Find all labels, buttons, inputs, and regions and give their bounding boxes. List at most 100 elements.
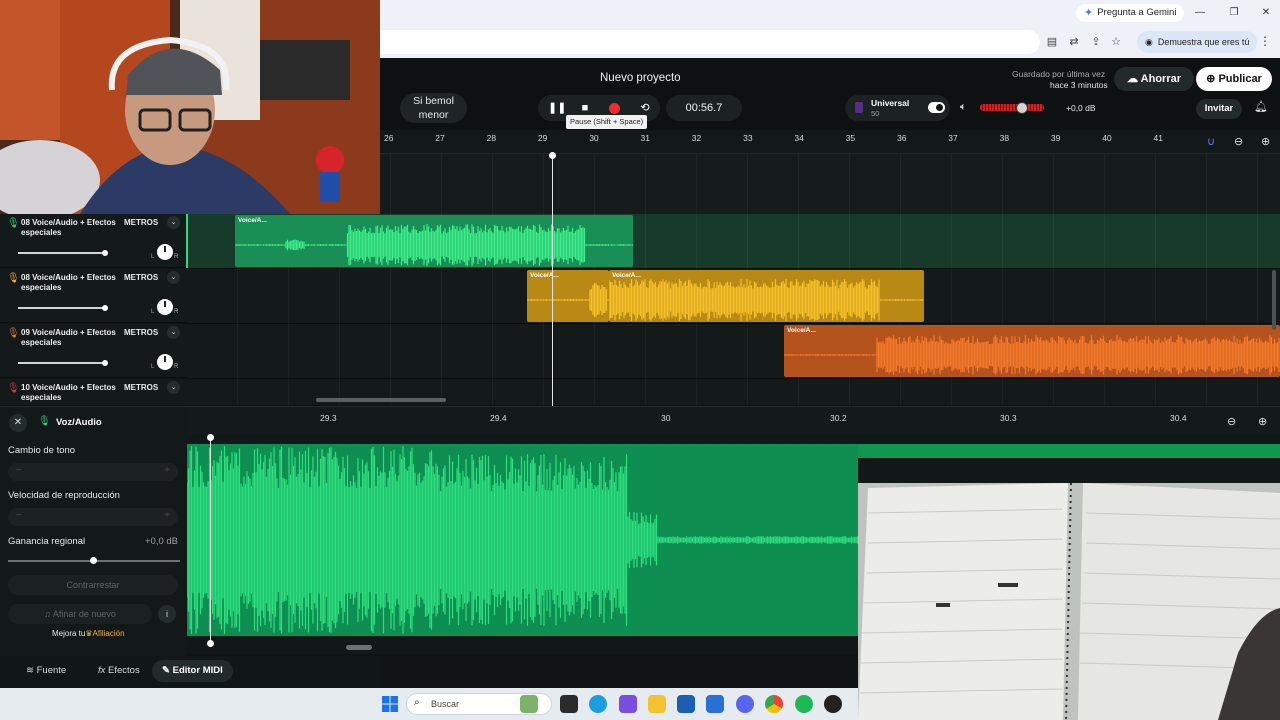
reader-mode-icon[interactable]: ▤	[1044, 34, 1060, 50]
share-icon[interactable]: ⇪	[1088, 34, 1104, 50]
pan-knob[interactable]	[157, 354, 173, 370]
track-volume-slider[interactable]	[18, 362, 106, 364]
reset-button[interactable]: Contrarrestar	[8, 575, 178, 595]
restore-icon[interactable]: ❐	[1222, 6, 1246, 20]
edge-icon[interactable]	[589, 695, 607, 713]
record-icon[interactable]	[609, 103, 620, 114]
zoom-out-icon[interactable]: ⊖	[1234, 135, 1243, 148]
info-icon[interactable]: i	[158, 605, 176, 623]
spotify-icon[interactable]	[795, 695, 813, 713]
track-header[interactable]: 🎙︎ 08 Voice/Audio + Efectos especiales MET…	[0, 214, 187, 268]
address-bar[interactable]	[380, 30, 1040, 54]
zoom-in-icon[interactable]: ⊕	[1261, 135, 1270, 148]
chrome-icon[interactable]	[765, 695, 783, 713]
zoom-in-icon[interactable]: ⊕	[1258, 415, 1267, 428]
metronome-label[interactable]: METROS	[124, 383, 158, 392]
file-explorer-icon[interactable]	[648, 695, 666, 713]
track-name[interactable]: 08 Voice/Audio + Efectos especiales	[21, 273, 116, 292]
universal-toggle[interactable]	[928, 102, 945, 113]
vertical-scrollbar[interactable]	[1272, 270, 1276, 330]
detail-playhead-handle-bottom[interactable]	[207, 640, 214, 647]
snap-magnet-icon[interactable]: ∪	[1207, 135, 1215, 148]
track-volume-knob[interactable]	[102, 360, 108, 366]
upgrade-link[interactable]: Afiliación	[93, 629, 125, 638]
tab-effects[interactable]: fx Efectos	[88, 660, 150, 682]
translate-icon[interactable]: ⇄	[1066, 34, 1082, 50]
metronome-label[interactable]: METROS	[124, 273, 158, 282]
playhead[interactable]	[552, 154, 553, 406]
minimize-icon[interactable]: —	[1188, 6, 1212, 20]
detail-ruler[interactable]	[187, 406, 1280, 434]
stop-icon[interactable]: ■	[577, 100, 593, 116]
detail-playhead-handle-top[interactable]	[207, 434, 214, 441]
retune-button[interactable]: ♫ Afinar de nuevo	[8, 604, 152, 624]
close-editor-icon[interactable]: ✕	[9, 414, 27, 432]
metronome-label[interactable]: METROS	[124, 218, 158, 227]
task-view-icon[interactable]	[560, 695, 578, 713]
chevron-down-icon[interactable]: ⌄	[167, 326, 180, 339]
copilot-icon[interactable]	[619, 695, 637, 713]
metronome-label[interactable]: METROS	[124, 328, 158, 337]
discord-icon[interactable]	[736, 695, 754, 713]
invite-button[interactable]: Invitar	[1196, 99, 1242, 119]
tab-source[interactable]: ≋ Fuente	[16, 660, 76, 682]
key-button[interactable]: Si bemol menor	[400, 93, 467, 123]
upgrade-prompt[interactable]: Mejora tu♛Afiliación	[52, 629, 125, 638]
chevron-down-icon[interactable]: ⌄	[167, 271, 180, 284]
detail-scrollbar[interactable]	[346, 645, 372, 650]
bell-icon[interactable]: 🔔︎	[1254, 100, 1268, 113]
pitch-stepper[interactable]: − +	[8, 463, 178, 481]
pan-knob[interactable]	[157, 299, 173, 315]
mic-icon[interactable]: 🎙︎	[7, 218, 20, 229]
minus-icon[interactable]: −	[16, 465, 22, 476]
app-icon[interactable]	[824, 695, 842, 713]
track-name[interactable]: 09 Voice/Audio + Efectos especiales	[21, 328, 116, 347]
track-volume-knob[interactable]	[102, 305, 108, 311]
track-header[interactable]: 🎙︎ 10 Voice/Audio + Efectos especiales MET…	[0, 379, 187, 406]
store-icon[interactable]	[677, 695, 695, 713]
track-header[interactable]: 🎙︎ 09 Voice/Audio + Efectos especiales MET…	[0, 324, 187, 378]
plus-icon[interactable]: +	[164, 465, 170, 476]
speed-stepper[interactable]: − +	[8, 508, 178, 526]
minus-icon[interactable]: −	[16, 510, 22, 521]
outlook-icon[interactable]	[706, 695, 724, 713]
gain-slider-knob[interactable]	[90, 557, 97, 564]
windows-start-icon[interactable]	[382, 696, 398, 712]
track-name[interactable]: 10 Voice/Audio + Efectos especiales	[21, 383, 116, 402]
chevron-down-icon[interactable]: ⌄	[167, 381, 180, 394]
gemini-button[interactable]: ✦ Pregunta a Gemini	[1076, 4, 1185, 22]
audio-clip-green[interactable]: Voice/A...	[235, 215, 633, 267]
verify-chip[interactable]: ◉ Demuestra que eres tú	[1137, 31, 1258, 53]
audio-clip-orange[interactable]: Voice/A...	[784, 325, 1280, 377]
close-window-icon[interactable]: ✕	[1254, 6, 1278, 20]
detail-waveform-region[interactable]	[187, 444, 858, 636]
pause-icon[interactable]: ❚❚	[548, 100, 566, 116]
chevron-down-icon[interactable]: ⌄	[167, 216, 180, 229]
project-title[interactable]: Nuevo proyecto	[600, 72, 681, 84]
loop-icon[interactable]: ⟲	[637, 100, 653, 116]
track-header[interactable]: 🎙︎ 08 Voice/Audio + Efectos especiales MET…	[0, 269, 187, 323]
horizontal-scrollbar[interactable]	[316, 398, 446, 402]
save-button[interactable]: ☁︎ Ahorrar	[1114, 67, 1194, 91]
detail-playhead[interactable]	[210, 438, 211, 642]
bookmark-star-icon[interactable]: ☆	[1108, 34, 1124, 50]
playhead-handle[interactable]	[549, 152, 556, 159]
master-volume-knob[interactable]	[1016, 102, 1028, 114]
zoom-out-icon[interactable]: ⊖	[1227, 415, 1236, 428]
audio-clip-yellow-b[interactable]: Voice/A...	[609, 270, 924, 322]
mic-icon[interactable]: 🎙︎	[7, 273, 20, 284]
publish-button[interactable]: ⊕ Publicar	[1196, 67, 1272, 91]
plus-icon[interactable]: +	[164, 510, 170, 521]
track-volume-slider[interactable]	[18, 252, 106, 254]
pan-knob[interactable]	[157, 244, 173, 260]
track-name[interactable]: 08 Voice/Audio + Efectos especiales	[21, 218, 116, 237]
speaker-icon[interactable]: 🔈︎	[960, 101, 967, 114]
mic-icon[interactable]: 🎙︎	[7, 383, 20, 394]
track-volume-knob[interactable]	[102, 250, 108, 256]
tab-midi-editor[interactable]: ✎ Editor MIDI	[152, 660, 233, 682]
track-volume-slider[interactable]	[18, 307, 106, 309]
browser-menu-icon[interactable]: ⋮	[1258, 34, 1272, 50]
master-volume-slider[interactable]	[980, 104, 1044, 111]
mic-icon[interactable]: 🎙︎	[7, 328, 20, 339]
audio-clip-yellow-a[interactable]: Voice/A...	[527, 270, 609, 322]
